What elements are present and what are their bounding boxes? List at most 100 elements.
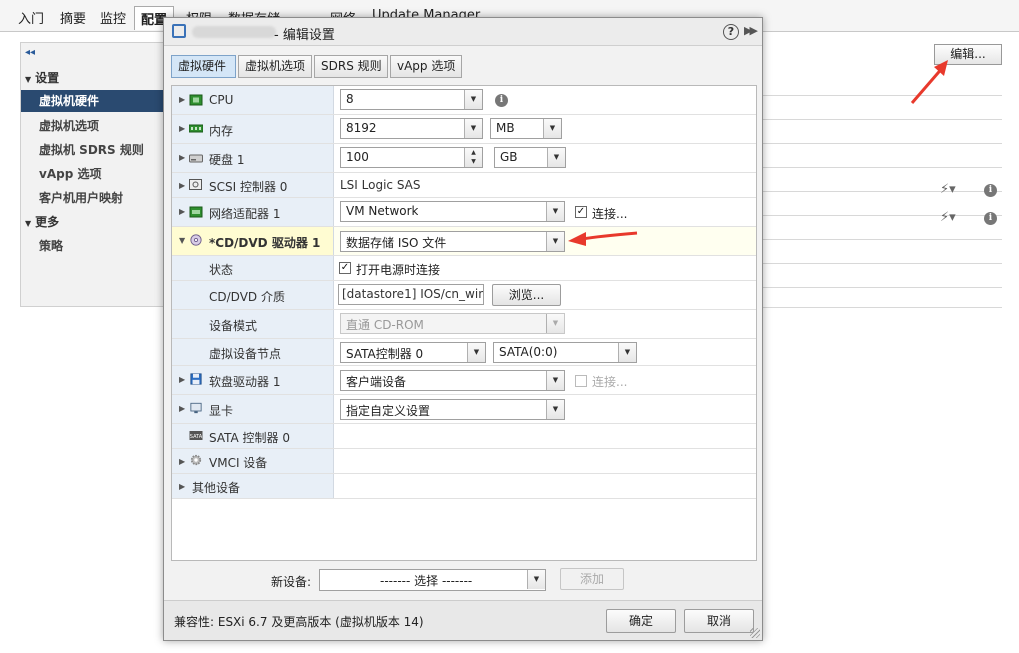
expand-triangle-icon[interactable]: ▶	[179, 95, 185, 104]
edit-settings-dialog: - 编辑设置 ? ▶▶ 虚拟硬件 虚拟机选项 SDRS 规则 vApp 选项 ▶…	[163, 17, 763, 641]
sidebar-item-vm-options[interactable]: 虚拟机选项	[39, 117, 99, 134]
sidebar-item-policies[interactable]: 策略	[39, 237, 63, 254]
cdrom-status-label: 状态	[209, 263, 234, 277]
network-adapter-icon	[189, 206, 203, 218]
table-row	[762, 216, 1002, 240]
browse-button[interactable]: 浏览...	[492, 284, 561, 306]
more-group-header[interactable]: ▼ 更多	[25, 213, 59, 230]
chevron-down-icon: ▼	[546, 314, 564, 333]
expand-triangle-icon[interactable]: ▶	[179, 207, 185, 216]
chevron-down-icon: ▼	[546, 202, 564, 221]
cpu-count-select[interactable]: 8 ▼	[340, 89, 483, 110]
new-device-select[interactable]: ------- 选择 ------- ▼	[319, 569, 546, 591]
help-icon[interactable]: ?	[723, 24, 739, 40]
tab-sdrs-rules[interactable]: SDRS 规则	[314, 55, 388, 78]
hardware-row-other: ▶ 其他设备	[172, 474, 756, 499]
hardware-row-cpu: ▶ CPU 8 ▼ i	[172, 86, 756, 115]
hardware-row-floppy: ▶ 软盘驱动器 1 客户端设备 ▼ 连接...	[172, 366, 756, 395]
expand-triangle-icon[interactable]: ▶	[179, 153, 185, 162]
cdrom-source-select[interactable]: 数据存储 ISO 文件 ▼	[340, 231, 565, 252]
ok-button[interactable]: 确定	[606, 609, 676, 633]
memory-unit-select[interactable]: MB ▼	[490, 118, 562, 139]
hardware-row-video: ▶ 显卡 指定自定义设置 ▼	[172, 395, 756, 424]
disk-unit-select[interactable]: GB ▼	[494, 147, 566, 168]
tab-vapp-options[interactable]: vApp 选项	[390, 55, 462, 78]
disk-label: 硬盘 1	[209, 153, 245, 167]
chevron-down-icon: ▼	[464, 119, 482, 138]
plug-icon[interactable]: ⚡▾	[940, 210, 956, 225]
hardware-row-cdrom: ▼ *CD/DVD 驱动器 1 数据存储 ISO 文件 ▼	[172, 227, 756, 256]
dialog-footer: 兼容性: ESXi 6.7 及更高版本 (虚拟机版本 14) 确定 取消	[164, 600, 762, 640]
expand-forward-icon[interactable]: ▶▶	[744, 24, 758, 37]
tab-monitor[interactable]: 监控	[100, 8, 126, 27]
settings-group-header[interactable]: ▼ 设置	[25, 69, 59, 86]
video-settings-select[interactable]: 指定自定义设置 ▼	[340, 399, 565, 420]
floppy-label: 软盘驱动器 1	[209, 375, 281, 389]
tab-getting-started[interactable]: 入门	[18, 8, 44, 27]
tab-virtual-hardware[interactable]: 虚拟硬件	[171, 55, 236, 78]
table-row	[762, 72, 1002, 96]
cpu-icon	[189, 94, 203, 106]
info-icon[interactable]: i	[984, 184, 997, 197]
expand-triangle-icon[interactable]: ▶	[179, 181, 185, 190]
chevron-down-icon: ▼	[618, 343, 636, 362]
network-connect-checkbox[interactable]: ✓	[575, 206, 587, 218]
cdrom-node-slot-select[interactable]: SATA(0:0) ▼	[493, 342, 637, 363]
sidebar-item-guest-user-mappings[interactable]: 客户机用户映射	[39, 189, 123, 206]
expand-triangle-icon[interactable]: ▶	[179, 404, 185, 413]
network-select[interactable]: VM Network ▼	[340, 201, 565, 222]
cdrom-mode-label: 设备模式	[209, 319, 258, 333]
chevron-down-icon: ▼	[467, 343, 485, 362]
tab-summary[interactable]: 摘要	[60, 8, 86, 27]
hardware-row-disk: ▶ 硬盘 1 100 ▲ ▼ GB ▼	[172, 144, 756, 173]
chevron-down-icon: ▼	[547, 148, 565, 167]
expand-triangle-icon[interactable]: ▶	[179, 375, 185, 384]
hard-disk-icon	[189, 154, 203, 163]
floppy-icon	[190, 373, 202, 385]
cd-dvd-icon	[190, 234, 202, 246]
virtual-hardware-grid: ▶ CPU 8 ▼ i ▶ 内存 8192 ▼ MB ▼ ▶ 硬盘 1 100 ▲ ▼ G…	[171, 85, 757, 561]
connect-at-power-on-checkbox[interactable]: ✓	[339, 262, 351, 274]
vmci-label: VMCI 设备	[209, 456, 268, 470]
plug-icon[interactable]: ⚡▾	[940, 182, 956, 197]
sata-controller-icon: SATA	[189, 431, 203, 440]
floppy-source-select[interactable]: 客户端设备 ▼	[340, 370, 565, 391]
edit-settings-button[interactable]: 编辑...	[934, 44, 1002, 65]
sidebar-item-vm-sdrs-rules[interactable]: 虚拟机 SDRS 规则	[39, 141, 144, 158]
tab-vm-options[interactable]: 虚拟机选项	[238, 55, 312, 78]
floppy-connect-checkbox	[575, 375, 587, 387]
expand-triangle-icon[interactable]: ▶	[179, 482, 185, 491]
table-row	[762, 120, 1002, 144]
table-row	[762, 96, 1002, 120]
expand-triangle-icon[interactable]: ▶	[179, 124, 185, 133]
redacted-vm-name	[192, 26, 276, 38]
cdrom-node-controller-select[interactable]: SATA控制器 0 ▼	[340, 342, 486, 363]
expand-triangle-icon[interactable]: ▶	[179, 457, 185, 466]
cpu-label: CPU	[209, 93, 234, 107]
cancel-button[interactable]: 取消	[684, 609, 754, 633]
sidebar-item-vm-hardware[interactable]: 虚拟机硬件	[21, 90, 165, 112]
collapse-triangle-icon[interactable]: ▼	[179, 236, 185, 245]
resize-grip-icon[interactable]	[750, 628, 760, 638]
memory-size-input[interactable]: 8192 ▼	[340, 118, 483, 139]
network-label: 网络适配器 1	[209, 207, 281, 221]
disk-size-stepper[interactable]: 100 ▲ ▼	[340, 147, 483, 168]
cdrom-status-row: 状态 ✓ 打开电源时连接	[172, 256, 756, 281]
gear-icon	[190, 454, 202, 466]
cdrom-mode-row: 设备模式 直通 CD-ROM ▼	[172, 310, 756, 339]
sidebar-item-vapp-options[interactable]: vApp 选项	[39, 165, 101, 182]
new-device-label: 新设备:	[271, 575, 312, 589]
collapse-sidebar-icon[interactable]: ◂◂	[25, 47, 35, 58]
cdrom-media-path-input[interactable]: [datastore1] IOS/cn_windo	[338, 284, 484, 305]
hardware-row-sata: SATA SATA 控制器 0	[172, 424, 756, 449]
other-devices-label: 其他设备	[192, 481, 241, 495]
hardware-row-network: ▶ 网络适配器 1 VM Network ▼ ✓ 连接...	[172, 198, 756, 227]
info-icon[interactable]: i	[984, 212, 997, 225]
compatibility-text: 兼容性: ESXi 6.7 及更高版本 (虚拟机版本 14)	[174, 615, 424, 629]
scsi-controller-icon	[189, 179, 202, 190]
dialog-titlebar[interactable]: - 编辑设置 ? ▶▶	[164, 18, 762, 46]
vm-icon	[172, 24, 186, 38]
cdrom-label: *CD/DVD 驱动器 1	[209, 236, 321, 250]
network-connect-label: 连接...	[592, 207, 628, 221]
info-icon[interactable]: i	[495, 94, 508, 107]
